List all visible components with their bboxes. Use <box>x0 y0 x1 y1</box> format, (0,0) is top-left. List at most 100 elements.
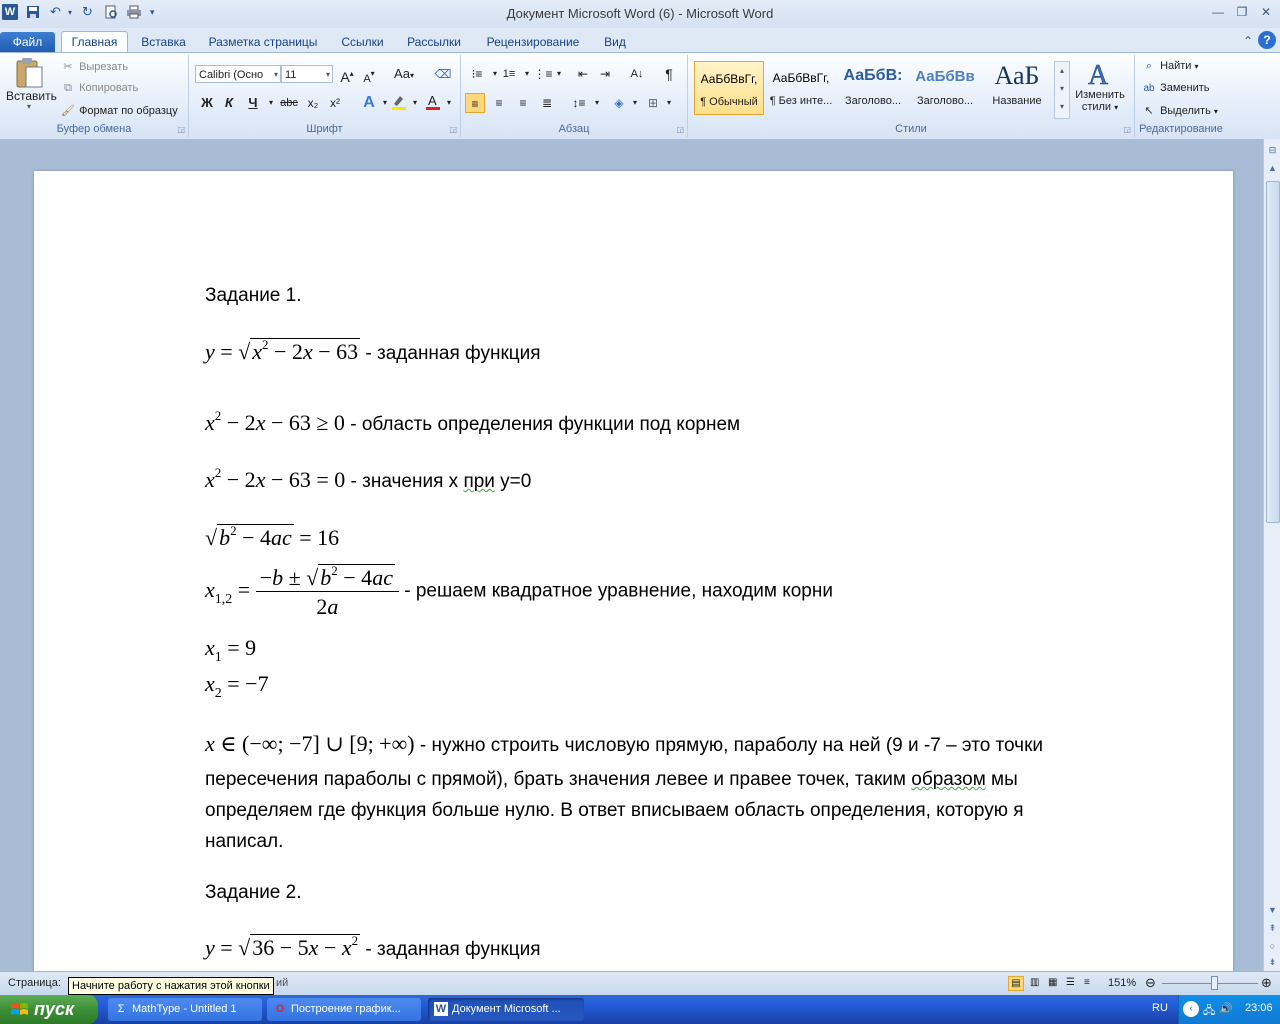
replace-button[interactable]: ab Заменить <box>1141 82 1209 94</box>
language-indicator[interactable]: ий <box>276 977 288 989</box>
document-page[interactable]: Задание 1. y = √x2 − 2x − 63 - заданная … <box>34 171 1233 971</box>
clock[interactable]: 23:06 <box>1245 1002 1273 1014</box>
font-size-dropdown-icon[interactable]: ▾ <box>326 66 330 84</box>
prev-page-icon[interactable]: ⇞ <box>1265 921 1280 935</box>
tab-file[interactable]: Файл <box>0 32 55 52</box>
line-spacing-dropdown-icon[interactable]: ▾ <box>587 93 607 113</box>
start-button[interactable]: пуск <box>0 995 98 1024</box>
input-language[interactable]: RU <box>1152 1002 1168 1014</box>
scroll-down-icon[interactable]: ▼ <box>1265 903 1280 917</box>
page-indicator[interactable]: Страница: <box>8 977 61 989</box>
show-formatting-icon[interactable]: ¶ <box>659 64 679 84</box>
system-tray: ‹ 🖧 🔊 23:06 <box>1178 995 1280 1024</box>
align-left-icon[interactable]: ≡ <box>465 93 485 113</box>
format-painter-button[interactable]: 🖌 Формат по образцу <box>60 104 178 117</box>
shrink-font-button[interactable]: A▾ <box>359 64 379 85</box>
paste-button[interactable]: Вставить ▾ <box>6 57 57 121</box>
style-normal[interactable]: АаБбВвГг, ¶ Обычный <box>694 61 764 115</box>
task-mathtype[interactable]: Σ MathType - Untitled 1 <box>108 998 262 1021</box>
superscript-button[interactable]: x² <box>325 93 345 113</box>
help-icon[interactable]: ? <box>1258 31 1276 49</box>
web-layout-icon[interactable]: ▦ <box>1048 977 1057 988</box>
font-size-combo[interactable]: 11 ▾ <box>281 65 333 83</box>
increase-indent-icon[interactable]: ⇥ <box>595 64 615 84</box>
word-task-icon: W <box>434 1002 448 1016</box>
formula-x2: x2 = −7 <box>205 671 269 701</box>
tab-page-layout[interactable]: Разметка страницы <box>201 32 325 52</box>
underline-button[interactable]: Ч <box>243 93 263 113</box>
task-word[interactable]: W Документ Microsoft ... <box>428 998 584 1021</box>
tab-insert[interactable]: Вставка <box>136 32 191 52</box>
tab-mailings[interactable]: Рассылки <box>400 32 468 52</box>
change-styles-button[interactable]: A Изменить стили ▾ <box>1072 59 1128 114</box>
style-no-spacing[interactable]: АаБбВвГг, ¶ Без инте... <box>766 61 836 115</box>
align-right-icon[interactable]: ≡ <box>513 93 533 113</box>
print-layout-icon[interactable]: ▤ <box>1008 976 1024 991</box>
tab-review[interactable]: Рецензирование <box>478 32 588 52</box>
underline-dropdown-icon[interactable]: ▾ <box>261 93 281 113</box>
tray-expand-icon[interactable]: ‹ <box>1183 1001 1199 1017</box>
task-opera[interactable]: O Построение график... <box>267 998 421 1021</box>
grow-font-button[interactable]: A▴ <box>337 64 357 85</box>
highlight-dropdown-icon[interactable]: ▾ <box>405 93 425 113</box>
clipboard-launcher-icon[interactable]: ◲ <box>177 125 185 134</box>
next-page-icon[interactable]: ⇟ <box>1265 955 1280 969</box>
network-icon[interactable]: 🖧 <box>1203 1002 1215 1021</box>
minimize-button[interactable]: — <box>1208 4 1228 20</box>
minimize-ribbon-icon[interactable]: ⌃ <box>1238 33 1258 49</box>
shading-dropdown-icon[interactable]: ▾ <box>625 93 645 113</box>
styles-scroll[interactable]: ▴ ▾ ▾ <box>1054 61 1070 119</box>
font-launcher-icon[interactable]: ◲ <box>449 125 457 134</box>
clear-format-icon[interactable]: ⌫ <box>433 64 453 84</box>
borders-dropdown-icon[interactable]: ▾ <box>659 93 679 113</box>
font-family-combo[interactable]: Calibri (Осно ▾ <box>195 65 281 83</box>
zoom-slider[interactable] <box>1162 983 1258 984</box>
italic-button[interactable]: К <box>219 93 239 113</box>
style-title[interactable]: АаБ Название <box>982 61 1052 115</box>
styles-launcher-icon[interactable]: ◲ <box>1123 125 1131 134</box>
numbering-icon[interactable]: 1≡ <box>499 64 519 84</box>
multilevel-dropdown-icon[interactable]: ▾ <box>549 64 569 84</box>
style-heading-1[interactable]: АаБбВ: Заголово... <box>838 61 908 115</box>
font-family-dropdown-icon[interactable]: ▾ <box>274 66 278 84</box>
decrease-indent-icon[interactable]: ⇤ <box>573 64 593 84</box>
browse-object-icon[interactable]: ○ <box>1265 939 1280 953</box>
ruler-toggle-icon[interactable]: ⊟ <box>1265 143 1280 157</box>
restore-button[interactable]: ❐ <box>1232 4 1252 20</box>
tab-home[interactable]: Главная <box>61 31 128 53</box>
sort-icon[interactable]: A↓ <box>627 64 647 84</box>
close-button[interactable]: ✕ <box>1256 4 1276 20</box>
line-spacing-icon[interactable]: ↕≡ <box>569 93 589 113</box>
volume-icon[interactable]: 🔊 <box>1219 1002 1233 1015</box>
vertical-scrollbar[interactable]: ⊟ ▲ ▼ ⇞ ○ ⇟ <box>1263 139 1280 971</box>
scroll-up-icon[interactable]: ▲ <box>1265 161 1280 175</box>
align-center-icon[interactable]: ≡ <box>489 93 509 113</box>
scrollbar-thumb[interactable] <box>1266 181 1280 523</box>
style-heading-2[interactable]: АаБбВв Заголово... <box>910 61 980 115</box>
tab-view[interactable]: Вид <box>598 32 632 52</box>
zoom-level[interactable]: 151% <box>1108 977 1136 989</box>
bold-button[interactable]: Ж <box>197 93 217 113</box>
change-case-button[interactable]: Aa▾ <box>391 64 417 84</box>
strikethrough-button[interactable]: abc <box>279 93 299 113</box>
zoom-slider-thumb[interactable] <box>1211 976 1218 990</box>
subscript-button[interactable]: x₂ <box>303 93 323 113</box>
copy-button[interactable]: ⧉ Копировать <box>60 82 138 95</box>
para-text-2a: пересечения параболы с прямой), брать зн… <box>205 769 912 790</box>
zoom-out-icon[interactable]: ⊖ <box>1145 975 1156 991</box>
outline-icon[interactable]: ☰ <box>1066 977 1075 988</box>
select-button[interactable]: ↖ Выделить ▾ <box>1141 104 1218 117</box>
paste-dropdown-icon[interactable]: ▾ <box>6 103 52 111</box>
cut-button[interactable]: ✂ Вырезать <box>60 60 128 73</box>
tab-references[interactable]: Ссылки <box>335 32 390 52</box>
document-area[interactable]: Задание 1. y = √x2 − 2x − 63 - заданная … <box>0 139 1263 971</box>
find-button[interactable]: ⌕ Найти ▾ <box>1141 60 1199 73</box>
draft-icon[interactable]: ≡ <box>1084 977 1090 988</box>
font-color-dropdown-icon[interactable]: ▾ <box>439 93 459 113</box>
fullscreen-reading-icon[interactable]: ▥ <box>1030 977 1039 988</box>
style-no-spacing-sample: АаБбВвГг, <box>772 71 830 85</box>
bullets-icon[interactable]: ⁝≡ <box>467 64 487 84</box>
paragraph-launcher-icon[interactable]: ◲ <box>676 125 684 134</box>
zoom-in-icon[interactable]: ⊕ <box>1261 975 1272 991</box>
justify-icon[interactable]: ≣ <box>537 93 557 113</box>
